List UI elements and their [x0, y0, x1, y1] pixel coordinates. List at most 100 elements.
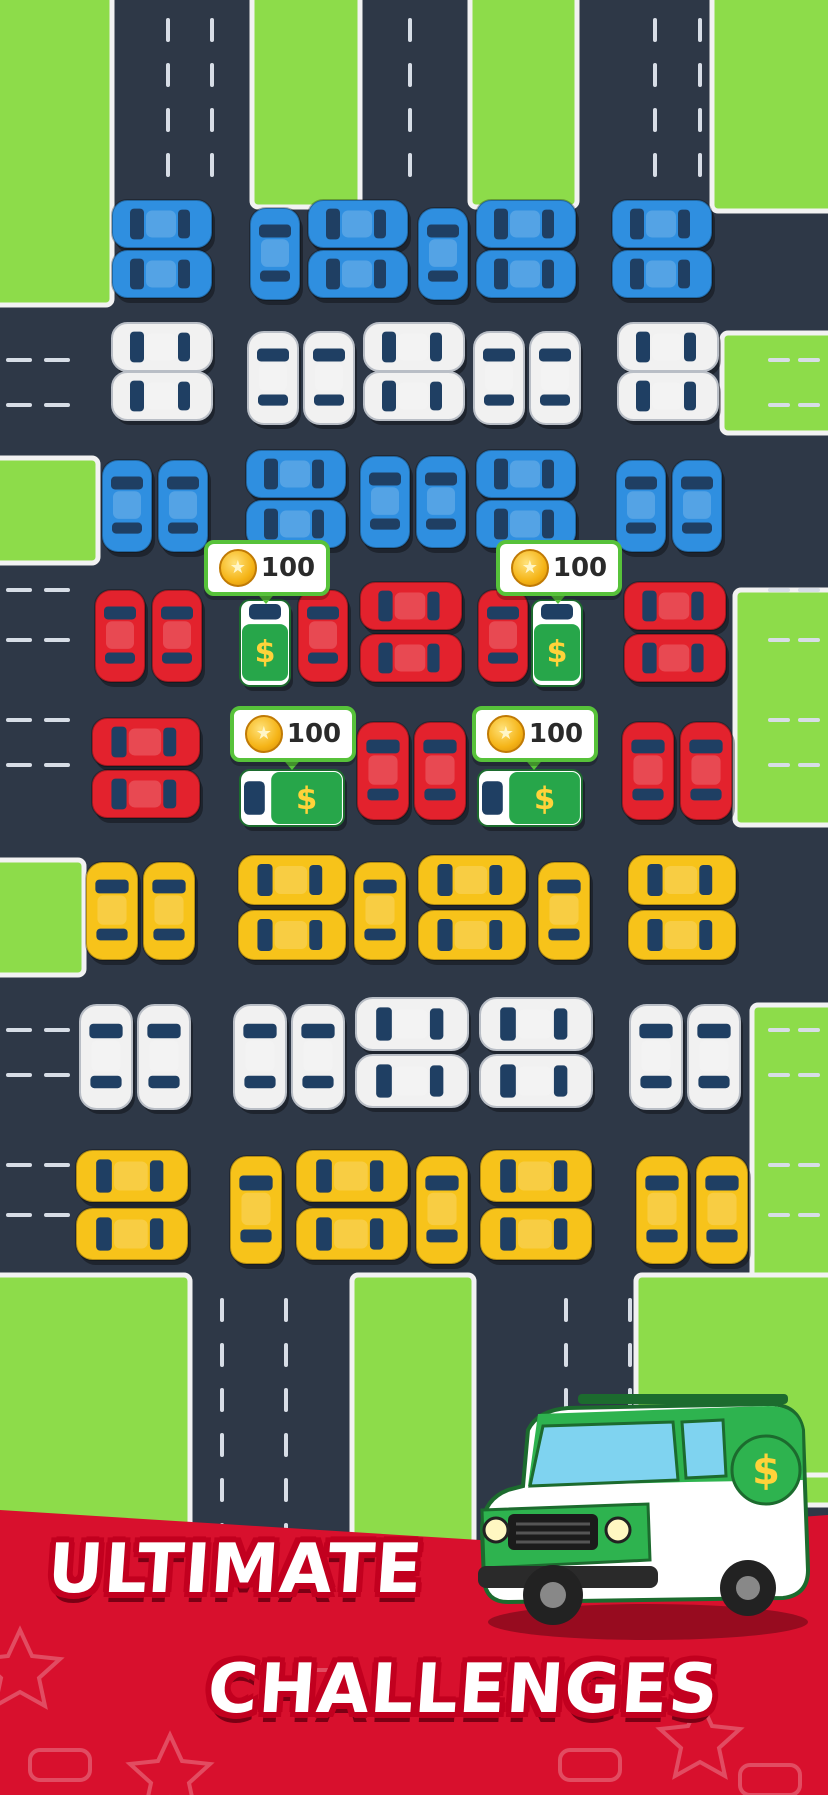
car[interactable] [111, 199, 215, 253]
car[interactable] [303, 331, 357, 429]
reward-amount: 100 [528, 719, 584, 749]
car[interactable] [479, 1054, 595, 1112]
car[interactable] [101, 459, 155, 557]
car[interactable] [291, 1004, 347, 1114]
money-truck-icon[interactable]: $ [239, 599, 293, 691]
dollar-sign-icon: $ [752, 1448, 780, 1494]
car[interactable] [359, 581, 465, 635]
car[interactable] [307, 199, 411, 253]
money-truck-icon[interactable]: $ [531, 599, 585, 691]
car[interactable] [529, 331, 583, 429]
car[interactable] [353, 861, 409, 965]
reward-bubble[interactable]: ★ 100 [230, 706, 356, 770]
money-truck-icon[interactable]: $ [239, 769, 347, 831]
reward-bubble[interactable]: ★ 100 [472, 706, 598, 770]
car[interactable] [297, 589, 351, 687]
car[interactable] [617, 322, 721, 376]
car[interactable] [359, 455, 413, 553]
star-coin-icon: ★ [218, 549, 257, 587]
car[interactable] [75, 1207, 191, 1265]
car[interactable] [477, 589, 531, 687]
car[interactable] [417, 207, 471, 305]
reward-bubble[interactable]: ★ 100 [204, 540, 330, 604]
car[interactable] [91, 717, 203, 771]
car[interactable] [233, 1004, 289, 1114]
grass-block [719, 330, 828, 436]
car[interactable] [475, 449, 579, 503]
reward-amount: 100 [260, 553, 316, 583]
car[interactable] [413, 721, 469, 825]
car[interactable] [611, 199, 715, 253]
car[interactable] [479, 997, 595, 1055]
grass-block [467, 0, 580, 210]
dollar-sign-icon: $ [547, 635, 568, 670]
car[interactable] [417, 909, 529, 965]
reward-amount: 100 [286, 719, 342, 749]
car[interactable] [151, 589, 205, 687]
car[interactable] [307, 249, 411, 303]
car[interactable] [229, 1155, 285, 1269]
promo-banner: $ ULTIMATE CHALLENGES [0, 1394, 828, 1795]
car[interactable] [475, 199, 579, 253]
car[interactable] [617, 371, 721, 425]
reward-amount: 100 [552, 553, 608, 583]
car[interactable] [611, 249, 715, 303]
dollar-sign-icon: $ [296, 781, 317, 817]
car[interactable] [142, 861, 198, 965]
car[interactable] [621, 721, 677, 825]
car[interactable] [247, 331, 301, 429]
car[interactable] [249, 207, 303, 305]
car[interactable] [79, 1004, 135, 1114]
car[interactable] [111, 322, 215, 376]
car[interactable] [355, 997, 471, 1055]
car[interactable] [359, 633, 465, 687]
car[interactable] [415, 455, 469, 553]
car[interactable] [91, 769, 203, 823]
car[interactable] [295, 1149, 411, 1207]
car[interactable] [479, 1207, 595, 1265]
car[interactable] [627, 909, 739, 965]
car[interactable] [695, 1155, 751, 1269]
money-truck-icon[interactable]: $ [477, 769, 585, 831]
car[interactable] [237, 854, 349, 910]
car[interactable] [679, 721, 735, 825]
car[interactable] [473, 331, 527, 429]
car[interactable] [355, 1054, 471, 1112]
car[interactable] [295, 1207, 411, 1265]
grass-block [0, 0, 115, 308]
car[interactable] [475, 249, 579, 303]
car[interactable] [237, 909, 349, 965]
grass-block [709, 0, 828, 214]
grass-block [732, 587, 828, 828]
car[interactable] [537, 861, 593, 965]
promo-title-line2: CHALLENGES [205, 1650, 722, 1729]
car[interactable] [363, 371, 467, 425]
car[interactable] [623, 581, 729, 635]
reward-bubble[interactable]: ★ 100 [496, 540, 622, 604]
car[interactable] [356, 721, 412, 825]
car[interactable] [623, 633, 729, 687]
dollar-sign-icon: $ [534, 781, 555, 817]
car[interactable] [627, 854, 739, 910]
car[interactable] [111, 249, 215, 303]
grass-block [249, 0, 363, 210]
car[interactable] [137, 1004, 193, 1114]
car[interactable] [417, 854, 529, 910]
dollar-sign-icon: $ [255, 635, 276, 670]
car[interactable] [75, 1149, 191, 1207]
car[interactable] [629, 1004, 685, 1114]
car[interactable] [615, 459, 669, 557]
grass-block [0, 455, 101, 566]
car[interactable] [363, 322, 467, 376]
car[interactable] [85, 861, 141, 965]
car[interactable] [687, 1004, 743, 1114]
car[interactable] [671, 459, 725, 557]
promo-title-line1: ULTIMATE [45, 1530, 426, 1609]
car[interactable] [94, 589, 148, 687]
car[interactable] [479, 1149, 595, 1207]
car[interactable] [245, 449, 349, 503]
star-coin-icon: ★ [244, 715, 283, 753]
car[interactable] [635, 1155, 691, 1269]
car[interactable] [111, 371, 215, 425]
car[interactable] [415, 1155, 471, 1269]
